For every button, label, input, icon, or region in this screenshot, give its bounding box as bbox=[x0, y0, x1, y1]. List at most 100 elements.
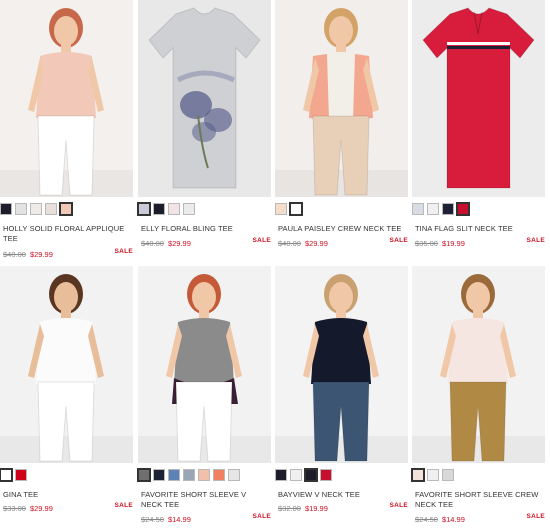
price-block: $40.00 $29.99 bbox=[141, 239, 191, 249]
color-swatch[interactable] bbox=[320, 469, 332, 481]
color-swatch[interactable] bbox=[427, 469, 439, 481]
color-swatch[interactable] bbox=[289, 202, 303, 216]
color-swatch[interactable] bbox=[456, 202, 470, 216]
sale-price: $29.99 bbox=[304, 239, 328, 248]
color-swatch[interactable] bbox=[275, 203, 287, 215]
original-price: $40.00 bbox=[278, 239, 301, 248]
sale-price: $29.99 bbox=[29, 250, 53, 259]
color-swatch[interactable] bbox=[15, 469, 27, 481]
color-swatch[interactable] bbox=[412, 203, 424, 215]
color-swatch[interactable] bbox=[198, 469, 210, 481]
color-swatches bbox=[137, 202, 195, 216]
color-swatch[interactable] bbox=[290, 469, 302, 481]
color-swatch[interactable] bbox=[213, 469, 225, 481]
product-name-link[interactable]: HOLLY SOLID FLORAL APPLIQUE TEE bbox=[3, 224, 131, 244]
sale-price: $19.99 bbox=[304, 504, 328, 513]
color-swatch[interactable] bbox=[0, 468, 13, 482]
sale-price: $29.99 bbox=[29, 504, 53, 513]
color-swatch[interactable] bbox=[59, 202, 73, 216]
original-price: $40.00 bbox=[141, 239, 164, 248]
color-swatches bbox=[275, 468, 332, 482]
product-name-link[interactable]: TINA FLAG SLIT NECK TEE bbox=[415, 224, 543, 234]
product-photo-graphic bbox=[138, 0, 271, 197]
original-price: $32.00 bbox=[278, 504, 301, 513]
product-card: TINA FLAG SLIT NECK TEE $35.00 $19.99 SAL… bbox=[412, 0, 545, 262]
color-swatch[interactable] bbox=[183, 469, 195, 481]
product-card: ELLY FLORAL BLING TEE $40.00 $29.99 SALE bbox=[137, 0, 271, 262]
product-photo-graphic bbox=[0, 266, 133, 463]
product-name-link[interactable]: ELLY FLORAL BLING TEE bbox=[141, 224, 269, 234]
sale-price: $19.99 bbox=[441, 239, 465, 248]
color-swatch[interactable] bbox=[0, 203, 12, 215]
sale-badge: SALE bbox=[252, 237, 271, 244]
color-swatch[interactable] bbox=[153, 469, 165, 481]
color-swatches bbox=[411, 468, 454, 482]
price-block: $33.00 $29.99 bbox=[3, 504, 53, 514]
product-image[interactable] bbox=[275, 0, 408, 197]
product-photo-graphic bbox=[0, 0, 133, 197]
color-swatch[interactable] bbox=[442, 469, 454, 481]
color-swatch[interactable] bbox=[137, 202, 151, 216]
product-card: FAVORITE SHORT SLEEVE V NECK TEE $24.50 $… bbox=[137, 266, 271, 528]
sale-badge: SALE bbox=[114, 248, 133, 255]
product-name-link[interactable]: GINA TEE bbox=[3, 490, 131, 500]
sale-badge: SALE bbox=[389, 237, 408, 244]
original-price: $24.50 bbox=[415, 515, 438, 524]
color-swatch[interactable] bbox=[153, 203, 165, 215]
color-swatch[interactable] bbox=[228, 469, 240, 481]
price-block: $40.00 $29.99 bbox=[278, 239, 328, 249]
product-card: GINA TEE $33.00 $29.99 SALE bbox=[0, 266, 133, 528]
price-block: $24.50 $14.99 bbox=[141, 515, 191, 525]
product-photo-graphic bbox=[412, 0, 545, 197]
color-swatches bbox=[275, 202, 303, 216]
color-swatches bbox=[137, 468, 240, 482]
price-block: $40.00 $29.99 bbox=[3, 250, 53, 260]
color-swatch[interactable] bbox=[427, 203, 439, 215]
original-price: $40.00 bbox=[3, 250, 26, 259]
color-swatch[interactable] bbox=[183, 203, 195, 215]
sale-price: $29.99 bbox=[167, 239, 191, 248]
sale-badge: SALE bbox=[389, 502, 408, 509]
product-image[interactable] bbox=[0, 266, 133, 463]
color-swatches bbox=[412, 202, 470, 216]
color-swatch[interactable] bbox=[30, 203, 42, 215]
color-swatch[interactable] bbox=[442, 203, 454, 215]
color-swatch[interactable] bbox=[168, 203, 180, 215]
product-name-link[interactable]: FAVORITE SHORT SLEEVE CREW NECK TEE bbox=[415, 490, 543, 510]
sale-price: $14.99 bbox=[167, 515, 191, 524]
color-swatches bbox=[0, 202, 73, 216]
color-swatch[interactable] bbox=[304, 468, 318, 482]
product-image[interactable] bbox=[412, 0, 545, 197]
color-swatch[interactable] bbox=[411, 468, 425, 482]
original-price: $35.00 bbox=[415, 239, 438, 248]
sale-price: $14.99 bbox=[441, 515, 465, 524]
product-photo-graphic bbox=[275, 266, 408, 463]
color-swatches bbox=[0, 468, 27, 482]
color-swatch[interactable] bbox=[137, 468, 151, 482]
product-image[interactable] bbox=[412, 266, 545, 463]
product-image[interactable] bbox=[138, 266, 271, 463]
product-name-link[interactable]: PAULA PAISLEY CREW NECK TEE bbox=[278, 224, 406, 234]
price-block: $32.00 $19.99 bbox=[278, 504, 328, 514]
product-image[interactable] bbox=[0, 0, 133, 197]
product-grid: HOLLY SOLID FLORAL APPLIQUE TEE $40.00 $2… bbox=[0, 0, 550, 532]
sale-badge: SALE bbox=[252, 513, 271, 520]
color-swatch[interactable] bbox=[15, 203, 27, 215]
product-card: PAULA PAISLEY CREW NECK TEE $40.00 $29.99… bbox=[275, 0, 408, 262]
sale-badge: SALE bbox=[114, 502, 133, 509]
price-block: $24.50 $14.99 bbox=[415, 515, 465, 525]
product-card: BAYVIEW V NECK TEE $32.00 $19.99 SALE bbox=[275, 266, 408, 528]
price-block: $35.00 $19.99 bbox=[415, 239, 465, 249]
original-price: $24.50 bbox=[141, 515, 164, 524]
product-name-link[interactable]: BAYVIEW V NECK TEE bbox=[278, 490, 406, 500]
product-photo-graphic bbox=[138, 266, 271, 463]
color-swatch[interactable] bbox=[275, 469, 287, 481]
product-photo-graphic bbox=[275, 0, 408, 197]
color-swatch[interactable] bbox=[45, 203, 57, 215]
product-image[interactable] bbox=[138, 0, 271, 197]
product-image[interactable] bbox=[275, 266, 408, 463]
product-name-link[interactable]: FAVORITE SHORT SLEEVE V NECK TEE bbox=[141, 490, 269, 510]
color-swatch[interactable] bbox=[168, 469, 180, 481]
sale-badge: SALE bbox=[526, 237, 545, 244]
product-card: FAVORITE SHORT SLEEVE CREW NECK TEE $24.… bbox=[411, 266, 545, 528]
